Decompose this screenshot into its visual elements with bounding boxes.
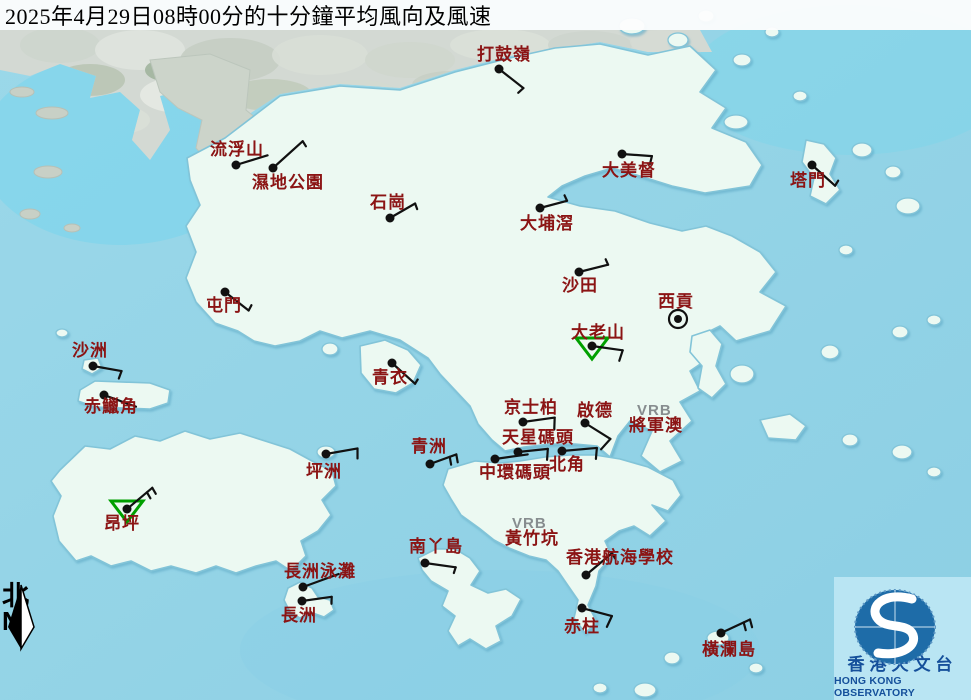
north-indicator: 北 N: [2, 583, 42, 652]
station-label: 流浮山: [210, 140, 264, 159]
hko-emblem-icon: [834, 577, 971, 665]
hong-kong-basemap: [0, 0, 971, 700]
station-label: 打鼓嶺: [477, 45, 531, 64]
station-label: 橫瀾島: [702, 640, 756, 659]
station-label: 昂坪: [104, 514, 140, 533]
wind-map: 打鼓嶺流浮山濕地公園石崗大埔滘 大美督塔門沙田西貢大老山 屯門沙洲赤鱲角 青衣青洲 京士…: [0, 0, 971, 700]
station-label: 啟德: [577, 401, 613, 420]
hko-logo: 香港天文台 HONG KONG OBSERVATORY: [834, 577, 971, 700]
station-label: 青衣: [372, 368, 408, 387]
station-label: 長洲: [281, 606, 317, 625]
compass-needle-icon: [8, 584, 35, 652]
station-label: 西貢: [658, 292, 694, 311]
station-label: 濕地公園: [252, 173, 324, 192]
map-title-bar: 2025年4月29日08時00分的十分鐘平均風向及風速: [0, 0, 971, 30]
station-label: 大美督: [602, 161, 656, 180]
station-label: 青洲: [411, 437, 447, 456]
station-label: 將軍澳: [629, 416, 683, 435]
hko-name-english: HONG KONG OBSERVATORY: [834, 674, 915, 700]
station-label: 天星碼頭: [502, 428, 574, 447]
station-label: 南丫島: [409, 537, 463, 556]
station-label: 大老山: [571, 323, 625, 342]
station-label: 屯門: [206, 296, 242, 315]
station-label: 赤鱲角: [84, 397, 138, 416]
station-label: 長洲泳灘: [284, 562, 356, 581]
station-label: 赤柱: [564, 617, 600, 636]
station-label: 大埔滘: [520, 214, 574, 233]
station-label: 沙田: [562, 276, 598, 295]
station-label: 黃竹坑: [505, 529, 559, 548]
station-label: 坪洲: [306, 462, 342, 481]
station-label: 塔門: [790, 171, 826, 190]
map-title: 2025年4月29日08時00分的十分鐘平均風向及風速: [5, 4, 492, 29]
station-label: 京士柏: [504, 398, 558, 417]
station-label: 沙洲: [72, 341, 108, 360]
station-label: 香港航海學校: [566, 548, 674, 567]
station-label: 石崗: [370, 193, 406, 212]
station-label: 中環碼頭: [479, 463, 551, 482]
station-label: 北角: [549, 455, 585, 474]
